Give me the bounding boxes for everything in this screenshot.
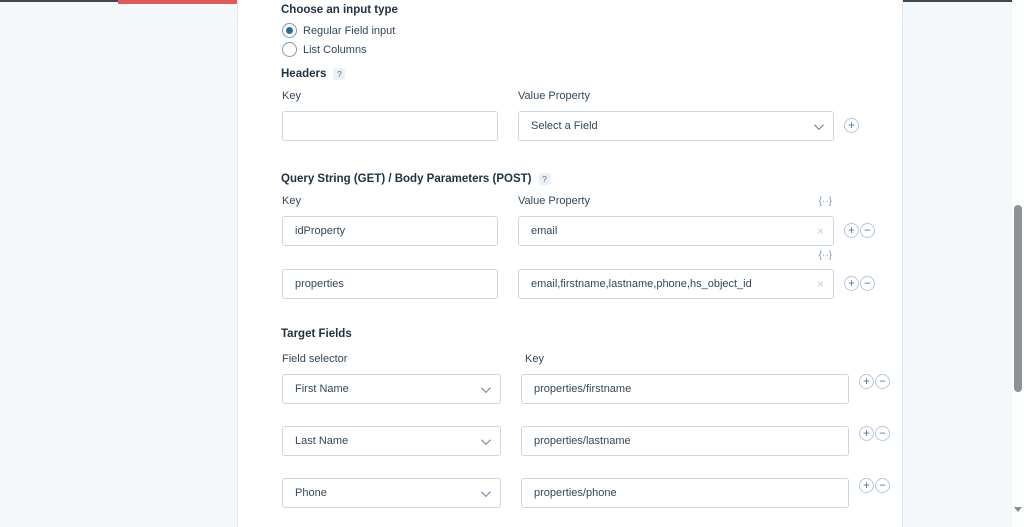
headers-key-label: Key [282,90,301,102]
radio-dot [286,27,293,34]
section-heading-text: Query String (GET) / Body Parameters (PO… [281,173,532,185]
target-field-select[interactable]: Last Name [282,426,501,456]
clear-icon[interactable]: × [817,225,824,237]
page: Choose an input type Regular Field input… [0,0,1024,527]
headers-add-row-button[interactable]: + [844,118,859,133]
query-value-label: Value Property [518,195,590,207]
merge-tag-icon[interactable]: {··} [810,196,832,207]
radio-regular-field-input[interactable]: Regular Field input [282,23,395,38]
target-key-input[interactable] [521,478,849,508]
help-icon[interactable]: ? [538,173,551,185]
select-value: Phone [295,487,327,499]
select-value: Select a Field [531,120,598,132]
section-heading-text: Choose an input type [281,4,398,16]
merge-tag-icon[interactable]: {··} [810,250,832,261]
query-remove-row-button[interactable]: − [860,223,875,238]
target-remove-row-button[interactable]: − [875,426,890,441]
query-key-input[interactable] [282,216,498,246]
target-add-row-button[interactable]: + [859,426,874,441]
headers-key-input[interactable] [282,111,498,141]
query-add-row-button[interactable]: + [844,223,859,238]
scrollbar-thumb[interactable] [1014,205,1022,392]
target-field-selector-label: Field selector [282,353,348,365]
section-heading-headers: Headers ? [281,68,346,80]
settings-panel: Choose an input type Regular Field input… [237,0,903,527]
select-value: Last Name [295,435,349,447]
headers-value-label: Value Property [518,90,590,102]
chevron-down-icon [813,119,824,130]
radio-label: Regular Field input [303,24,396,37]
radio-selected-icon [282,23,297,38]
radio-list-columns[interactable]: List Columns [282,42,367,57]
target-key-input[interactable] [521,374,849,404]
query-value-input[interactable] [518,216,834,246]
vertical-scrollbar[interactable] [1012,0,1024,527]
select-value: First Name [295,383,349,395]
target-key-label: Key [525,353,544,365]
target-add-row-button[interactable]: + [859,374,874,389]
section-heading-input-type: Choose an input type [281,4,398,16]
query-key-label: Key [282,195,301,207]
section-heading-text: Target Fields [281,328,352,340]
progress-bar [118,0,247,4]
query-key-input[interactable] [282,269,498,299]
target-field-select[interactable]: Phone [282,478,501,508]
section-heading-target-fields: Target Fields [281,328,352,340]
radio-unselected-icon [282,42,297,57]
query-remove-row-button[interactable]: − [860,276,875,291]
target-field-select[interactable]: First Name [282,374,501,404]
help-icon[interactable]: ? [333,68,346,80]
query-add-row-button[interactable]: + [844,276,859,291]
target-remove-row-button[interactable]: − [875,374,890,389]
query-value-input[interactable] [518,269,834,299]
clear-icon[interactable]: × [817,278,824,290]
radio-label: List Columns [303,43,367,56]
headers-value-select[interactable]: Select a Field [518,111,834,141]
scroll-down-arrow-icon[interactable] [1014,507,1022,512]
chevron-down-icon [480,434,491,445]
section-heading-query: Query String (GET) / Body Parameters (PO… [281,173,551,185]
chevron-down-icon [480,382,491,393]
target-key-input[interactable] [521,426,849,456]
target-add-row-button[interactable]: + [859,478,874,493]
chevron-down-icon [480,486,491,497]
section-heading-text: Headers [281,68,327,80]
target-remove-row-button[interactable]: − [875,478,890,493]
